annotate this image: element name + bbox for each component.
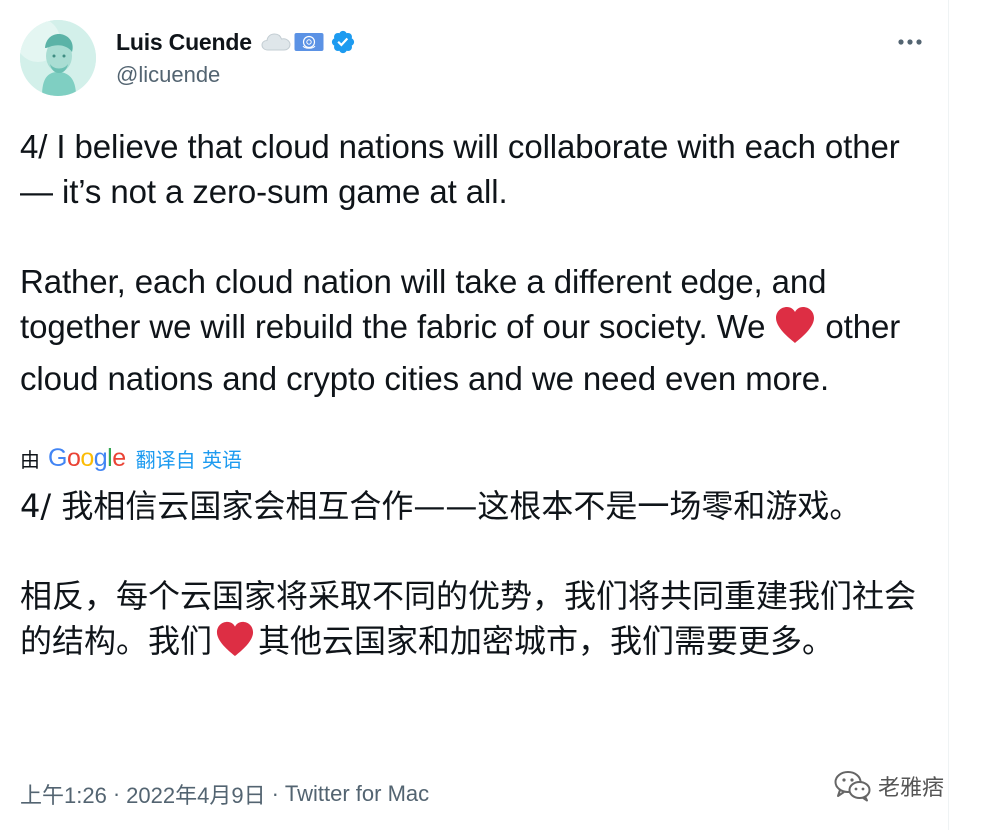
- tweet-meta: 上午1:26 · 2022年4月9日 · Twitter for Mac: [20, 778, 429, 810]
- tweet-time[interactable]: 上午1:26: [20, 778, 107, 810]
- avatar[interactable]: [20, 20, 96, 96]
- column-border: [948, 0, 949, 830]
- united-nations-flag-icon: [294, 32, 324, 52]
- meta-separator: ·: [271, 781, 279, 806]
- tweet-date[interactable]: 2022年4月9日: [126, 778, 265, 810]
- translated-by-label: 由: [20, 447, 40, 472]
- translated-paragraph-2: 相反，每个云国家将采取不同的优势，我们将共同重建我们社会的结构。我们 其他云国家和…: [20, 574, 925, 670]
- display-name[interactable]: Luis Cuende: [116, 29, 252, 56]
- avatar-image: [20, 20, 96, 96]
- red-heart-icon: [773, 305, 817, 356]
- red-heart-icon: [214, 620, 256, 670]
- verified-badge-icon[interactable]: [330, 29, 356, 55]
- cloud-emoji-icon: [261, 32, 291, 52]
- translated-paragraph-1: 4/ 我相信云国家会相互合作——这根本不是一场零和游戏。: [20, 487, 862, 525]
- tweet-paragraph-1: 4/ I believe that cloud nations will col…: [20, 128, 900, 210]
- translated-from-english-link[interactable]: 翻译自 英语: [136, 444, 242, 473]
- wechat-icon: [834, 771, 871, 802]
- translated-paragraph-2-end: 其他云国家和加密城市，我们需要更多。: [258, 622, 835, 660]
- author-name-row: Luis Cuende: [116, 26, 356, 58]
- more-options-button[interactable]: [892, 28, 928, 56]
- meta-separator: ·: [112, 781, 121, 806]
- translated-body: 4/ 我相信云国家会相互合作——这根本不是一场零和游戏。 相反，每个云国家将采取…: [20, 484, 925, 670]
- tweet-body: 4/ I believe that cloud nations will col…: [20, 124, 920, 401]
- tweet-header: Luis Cuende @licuende: [20, 18, 950, 100]
- translation-attribution: 由 Google 翻译自 英语: [20, 443, 242, 473]
- tweet-source[interactable]: Twitter for Mac: [285, 781, 429, 807]
- google-logo: Google: [48, 443, 126, 472]
- watermark: 老雅痞: [834, 770, 944, 802]
- tweet-paragraph-2-start: Rather, each cloud nation will take a di…: [20, 263, 827, 345]
- more-horizontal-icon: [898, 39, 922, 45]
- watermark-text: 老雅痞: [878, 776, 945, 801]
- tweet-paragraph-2: Rather, each cloud nation will take a di…: [20, 259, 920, 401]
- author-handle[interactable]: @licuende: [116, 62, 220, 88]
